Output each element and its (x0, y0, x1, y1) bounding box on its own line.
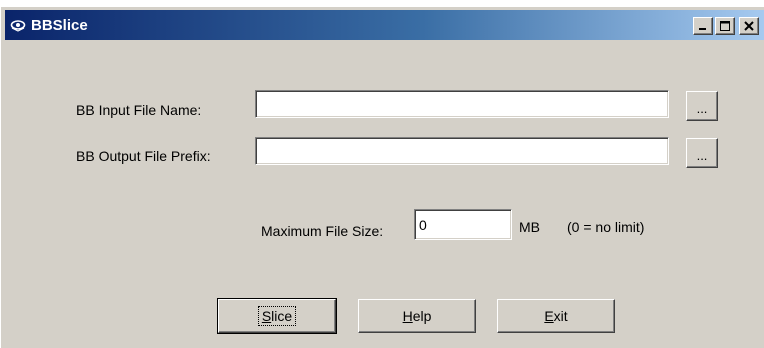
help-button[interactable]: Help (358, 299, 476, 333)
browse-output-label: ... (696, 147, 708, 163)
exit-mnemonic: E (544, 308, 554, 324)
slice-label-rest: lice (271, 308, 293, 324)
help-mnemonic: H (402, 308, 413, 324)
close-button[interactable] (739, 17, 759, 35)
minimize-button[interactable] (693, 17, 713, 35)
maximize-button[interactable] (715, 17, 735, 35)
output-prefix-field[interactable] (255, 137, 669, 165)
exit-button[interactable]: Exit (497, 299, 615, 333)
window-title: BBSlice (31, 16, 88, 34)
output-prefix-label: BB Output File Prefix: (76, 148, 211, 164)
max-file-size-field[interactable] (414, 209, 512, 240)
bbslice-window: BBSlice BB Input File Name: ... BB Outpu… (0, 7, 764, 348)
app-icon (10, 17, 26, 33)
browse-input-button[interactable]: ... (686, 91, 718, 121)
max-file-size-label: Maximum File Size: (261, 223, 384, 239)
size-hint-label: (0 = no limit) (567, 219, 645, 235)
input-file-label: BB Input File Name: (76, 102, 202, 118)
browse-input-label: ... (696, 100, 708, 116)
slice-button-label: Slice (257, 306, 297, 326)
exit-label-rest: xit (553, 308, 568, 324)
slice-mnemonic: S (261, 308, 272, 324)
title-bar[interactable]: BBSlice (5, 10, 764, 40)
input-file-field[interactable] (255, 90, 669, 118)
size-unit-label: MB (519, 219, 540, 235)
maximize-icon (720, 21, 730, 31)
browse-output-button[interactable]: ... (686, 138, 718, 168)
help-button-label: Help (403, 308, 432, 324)
minimize-icon (699, 28, 706, 30)
help-label-rest: elp (412, 308, 432, 324)
exit-button-label: Exit (544, 308, 567, 324)
close-icon (744, 21, 754, 31)
slice-button[interactable]: Slice (217, 298, 337, 334)
